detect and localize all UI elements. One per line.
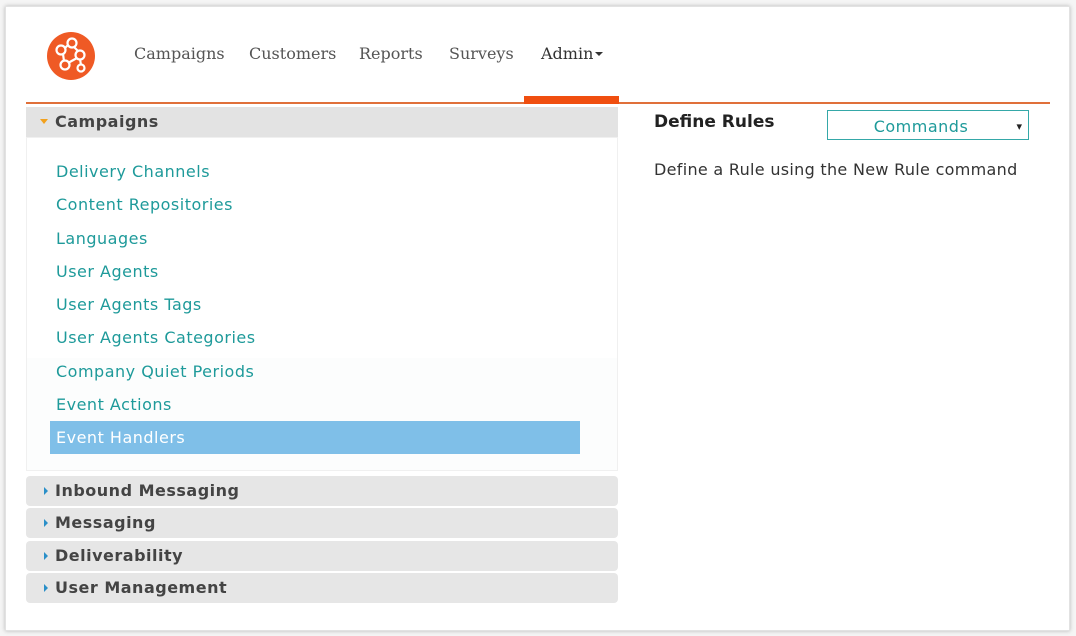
sidebar-item-delivery-channels[interactable]: Delivery Channels [56, 162, 210, 181]
nav-active-indicator [524, 96, 619, 104]
sidebar-item-event-handlers[interactable]: Event Handlers [50, 421, 580, 454]
page-title: Define Rules [654, 112, 775, 132]
commands-dropdown[interactable]: Commands ▾ [827, 110, 1029, 140]
sidebar-item-languages[interactable]: Languages [56, 229, 148, 248]
sidebar-item-user-agents[interactable]: User Agents [56, 262, 159, 281]
triangle-right-icon [44, 487, 48, 495]
accordion-deliverability-header[interactable]: Deliverability [26, 541, 618, 571]
caret-down-icon [595, 52, 604, 56]
accordion-inbound-messaging-header[interactable]: Inbound Messaging [26, 476, 618, 506]
nav-admin-label: Admin [541, 44, 594, 63]
sidebar-item-event-actions[interactable]: Event Actions [56, 395, 172, 414]
sidebar-item-user-agents-categories[interactable]: User Agents Categories [56, 328, 256, 347]
accordion-deliverability-label: Deliverability [55, 546, 184, 565]
accordion-user-management-header[interactable]: User Management [26, 573, 618, 603]
accordion-user-management-label: User Management [55, 578, 228, 597]
triangle-right-icon [44, 519, 48, 527]
triangle-down-icon [40, 119, 48, 124]
triangle-right-icon [44, 552, 48, 560]
accordion-messaging-label: Messaging [55, 513, 156, 532]
sidebar-item-user-agents-tags[interactable]: User Agents Tags [56, 295, 202, 314]
empty-state-hint: Define a Rule using the New Rule command [654, 160, 1018, 179]
nav-surveys[interactable]: Surveys [449, 44, 514, 63]
accordion-campaigns-header[interactable]: Campaigns [26, 107, 618, 137]
sidebar-item-company-quiet-periods[interactable]: Company Quiet Periods [56, 362, 254, 381]
accordion-campaigns-label: Campaigns [55, 112, 159, 131]
app-logo-icon[interactable] [47, 32, 95, 80]
nav-customers[interactable]: Customers [249, 44, 336, 63]
nav-reports[interactable]: Reports [359, 44, 423, 63]
triangle-right-icon [44, 584, 48, 592]
accordion-campaigns-panel: Delivery Channels Content Repositories L… [26, 137, 618, 471]
sidebar-item-content-repositories[interactable]: Content Repositories [56, 195, 233, 214]
commands-dropdown-label: Commands [873, 117, 969, 136]
nav-campaigns[interactable]: Campaigns [134, 44, 225, 63]
accordion-inbound-messaging-label: Inbound Messaging [55, 481, 240, 500]
nav-admin[interactable]: Admin [541, 44, 604, 63]
dropdown-arrow-icon: ▾ [1016, 120, 1022, 133]
accordion-messaging-header[interactable]: Messaging [26, 508, 618, 538]
